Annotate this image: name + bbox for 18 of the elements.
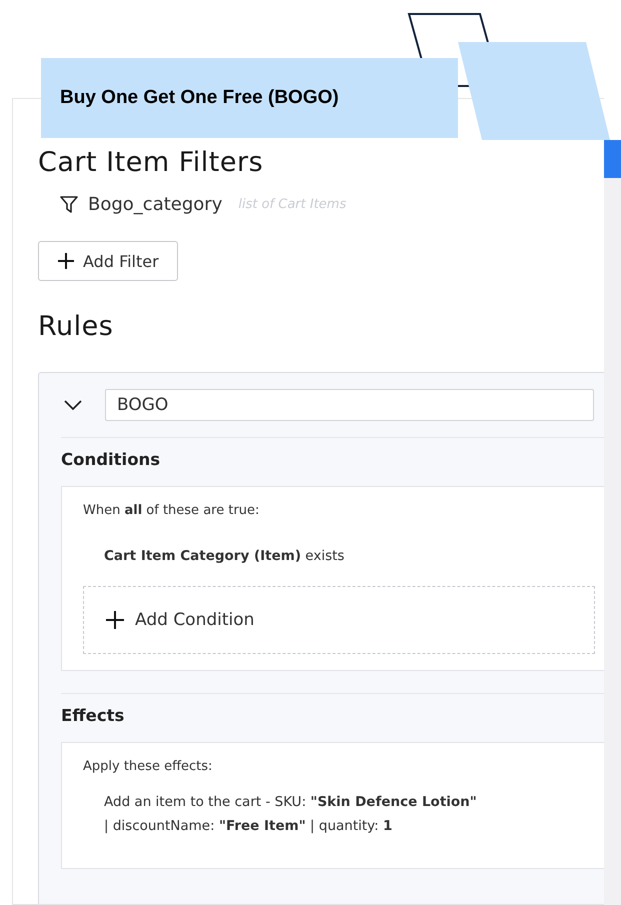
add-condition-button[interactable]: Add Condition — [83, 586, 595, 654]
filter-icon — [60, 196, 78, 213]
add-filter-button[interactable]: Add Filter — [38, 241, 178, 281]
plus-icon — [105, 610, 125, 630]
filter-name[interactable]: Bogo_category — [88, 194, 222, 215]
subsection-title: Effects — [61, 706, 126, 725]
subsection-title: Conditions — [61, 450, 162, 469]
section-title: Rules — [38, 311, 114, 342]
effect-text: Add an item to the cart - SKU: "Skin Defence Lotion" | discountName: "Free Item" | quantity: 1 — [104, 793, 478, 836]
plus-icon — [57, 252, 75, 270]
intro-text: Apply these effects: — [83, 759, 214, 774]
rule-name-field[interactable]: BOGO — [105, 389, 594, 421]
intro-text: When all of these are true: — [83, 503, 260, 518]
banner-title: Buy One Get One Free (BOGO) — [60, 87, 339, 109]
accent-bar — [604, 140, 621, 178]
section-title: Cart Item Filters — [38, 147, 264, 178]
chevron-icon[interactable] — [63, 399, 83, 411]
condition-text: Cart Item Category (Item) exists — [104, 548, 346, 564]
